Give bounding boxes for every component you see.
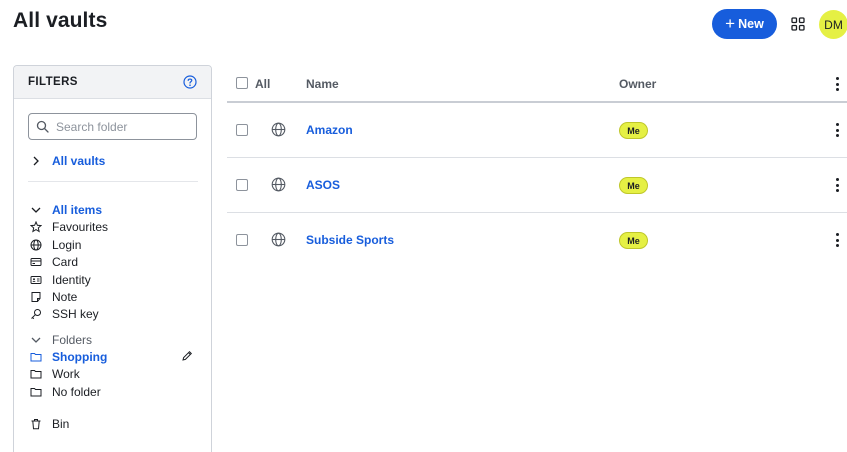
column-header-owner[interactable]: Owner xyxy=(619,77,656,91)
owner-badge: Me xyxy=(619,122,648,139)
globe-icon xyxy=(271,232,286,247)
filter-all-vaults-label: All vaults xyxy=(52,154,106,168)
folder-item-label: Work xyxy=(52,367,80,381)
item-name-link[interactable]: Amazon xyxy=(306,123,353,137)
item-name-link[interactable]: Subside Sports xyxy=(306,233,394,247)
chevron-down-icon xyxy=(30,334,42,346)
chevron-down-icon xyxy=(30,204,42,216)
folder-item-label: No folder xyxy=(52,385,101,399)
row-options-icon[interactable] xyxy=(835,123,839,137)
avatar[interactable]: DM xyxy=(819,10,847,39)
new-button[interactable]: + New xyxy=(712,9,777,39)
vault-items-table: All Name Owner Amazon Me ASOS Me Subside… xyxy=(227,65,847,268)
row-options-icon[interactable] xyxy=(835,178,839,192)
folder-item-shopping[interactable]: Shopping xyxy=(30,349,107,365)
item-name-link[interactable]: ASOS xyxy=(306,178,340,192)
filter-ssh-key[interactable]: SSH key xyxy=(30,306,99,322)
row-options-icon[interactable] xyxy=(835,233,839,247)
select-all-checkbox[interactable] xyxy=(236,77,248,89)
filters-header: FILTERS xyxy=(14,66,211,99)
filter-note[interactable]: Note xyxy=(30,289,77,305)
filter-identity[interactable]: Identity xyxy=(30,272,91,288)
star-icon xyxy=(30,221,42,233)
help-icon[interactable] xyxy=(183,75,197,89)
table-header: All Name Owner xyxy=(227,65,847,103)
more-options-icon[interactable] xyxy=(835,77,839,91)
row-checkbox[interactable] xyxy=(236,124,248,136)
note-icon xyxy=(30,291,42,303)
filter-all-vaults[interactable]: All vaults xyxy=(30,153,105,169)
column-header-name[interactable]: Name xyxy=(306,77,339,91)
new-button-label: New xyxy=(738,17,764,31)
divider xyxy=(28,181,198,182)
filter-identity-label: Identity xyxy=(52,273,91,287)
filter-card-label: Card xyxy=(52,255,79,269)
plus-icon: + xyxy=(725,14,736,33)
owner-badge: Me xyxy=(619,177,648,194)
search-icon xyxy=(36,120,49,133)
search-folder-field[interactable] xyxy=(28,113,197,140)
row-checkbox[interactable] xyxy=(236,179,248,191)
filter-folders-group[interactable]: Folders xyxy=(30,332,92,348)
folder-item-work[interactable]: Work xyxy=(30,366,80,382)
globe-icon xyxy=(30,239,42,251)
filter-all-items-label: All items xyxy=(52,203,103,217)
filter-card[interactable]: Card xyxy=(30,254,78,270)
id-card-icon xyxy=(30,274,42,286)
credit-card-icon xyxy=(30,256,42,268)
filter-ssh-key-label: SSH key xyxy=(52,307,99,321)
filters-panel: FILTERS All vaults All items Favourites xyxy=(13,65,212,452)
folder-item-no-folder[interactable]: No folder xyxy=(30,384,101,400)
filter-folders-label: Folders xyxy=(52,333,93,347)
chevron-right-icon xyxy=(30,155,42,167)
folder-icon xyxy=(30,368,42,380)
filter-login[interactable]: Login xyxy=(30,237,81,253)
filter-bin[interactable]: Bin xyxy=(30,416,69,432)
globe-icon xyxy=(271,122,286,137)
column-header-all: All xyxy=(255,77,271,91)
filter-favourites-label: Favourites xyxy=(52,220,109,234)
product-switcher-icon[interactable] xyxy=(791,17,805,31)
row-checkbox[interactable] xyxy=(236,234,248,246)
folder-item-label: Shopping xyxy=(52,350,108,364)
globe-icon xyxy=(271,177,286,192)
filter-note-label: Note xyxy=(52,290,78,304)
key-icon xyxy=(30,308,42,320)
table-row[interactable]: ASOS Me xyxy=(227,158,847,213)
filter-login-label: Login xyxy=(52,238,82,252)
trash-icon xyxy=(30,418,42,430)
pencil-icon[interactable] xyxy=(181,350,193,362)
table-row[interactable]: Amazon Me xyxy=(227,103,847,158)
folder-icon xyxy=(30,386,42,398)
page-title: All vaults xyxy=(13,9,108,32)
filter-favourites[interactable]: Favourites xyxy=(30,219,108,235)
owner-badge: Me xyxy=(619,232,648,249)
table-row[interactable]: Subside Sports Me xyxy=(227,213,847,268)
folder-icon xyxy=(30,351,42,363)
filter-all-items[interactable]: All items xyxy=(30,202,102,218)
filter-bin-label: Bin xyxy=(52,417,70,431)
search-folder-input[interactable] xyxy=(56,119,186,134)
filters-title: FILTERS xyxy=(28,76,78,88)
